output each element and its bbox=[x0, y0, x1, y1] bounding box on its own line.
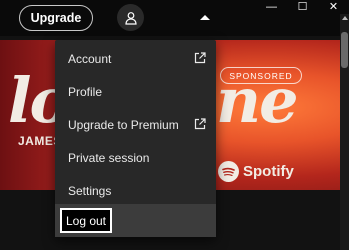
menu-item-profile[interactable]: Profile bbox=[55, 75, 216, 108]
maximize-button[interactable]: ☐ bbox=[287, 0, 318, 14]
scrollbar-thumb[interactable] bbox=[341, 32, 348, 68]
window-controls: — ☐ ✕ bbox=[256, 0, 349, 14]
logout-highlight[interactable]: Log out bbox=[60, 208, 112, 233]
user-icon bbox=[124, 11, 137, 25]
menu-item-label: Settings bbox=[68, 183, 112, 198]
menu-caret-up-icon[interactable] bbox=[200, 15, 210, 20]
menu-item-label: Upgrade to Premium bbox=[68, 117, 179, 132]
sponsored-badge: SPONSORED bbox=[220, 67, 302, 84]
menu-item-logout[interactable]: Log out bbox=[55, 204, 216, 237]
menu-item-label: Private session bbox=[68, 150, 150, 165]
menu-item-upgrade-premium[interactable]: Upgrade to Premium bbox=[55, 108, 216, 141]
user-dropdown-menu: Account Profile Upgrade to Premium Priva… bbox=[55, 40, 216, 237]
menu-item-settings[interactable]: Settings bbox=[55, 174, 216, 207]
upgrade-button[interactable]: Upgrade bbox=[19, 5, 93, 31]
spotify-logo-icon bbox=[218, 161, 239, 182]
scroll-up-arrow-icon[interactable] bbox=[342, 16, 348, 20]
menu-item-label: Log out bbox=[65, 213, 107, 228]
spotify-brand: Spotify bbox=[218, 161, 294, 182]
external-link-icon bbox=[194, 52, 206, 64]
menu-item-label: Profile bbox=[68, 84, 103, 99]
minimize-button[interactable]: — bbox=[256, 0, 287, 14]
spotify-wordmark: Spotify bbox=[243, 163, 294, 180]
menu-item-private-session[interactable]: Private session bbox=[55, 141, 216, 174]
external-link-icon bbox=[194, 118, 206, 130]
user-avatar-button[interactable] bbox=[117, 4, 144, 31]
menu-item-account[interactable]: Account bbox=[55, 42, 216, 75]
menu-item-label: Account bbox=[68, 51, 112, 66]
close-button[interactable]: ✕ bbox=[318, 0, 349, 14]
